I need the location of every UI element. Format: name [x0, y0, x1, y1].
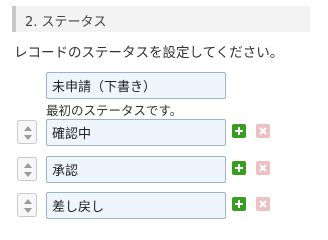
close-icon [259, 164, 267, 172]
initial-status-note: 最初のステータスです。 [46, 103, 183, 118]
remove-status-button[interactable] [256, 161, 270, 175]
add-status-button[interactable] [232, 197, 246, 211]
plus-icon [235, 127, 243, 135]
sort-handle-icon[interactable] [17, 157, 37, 181]
add-status-button[interactable] [232, 161, 246, 175]
close-icon [259, 200, 267, 208]
remove-status-button[interactable] [256, 197, 270, 211]
remove-status-button[interactable] [256, 124, 270, 138]
status-input-3[interactable] [46, 192, 226, 219]
initial-status-input[interactable] [46, 72, 226, 99]
close-icon [259, 127, 267, 135]
plus-icon [235, 200, 243, 208]
sort-handle-icon[interactable] [17, 193, 37, 217]
plus-icon [235, 164, 243, 172]
status-input-1[interactable] [46, 119, 226, 146]
section-header: 2. ステータス [12, 6, 310, 32]
description-text: レコードのステータスを設定してください。 [14, 45, 284, 61]
status-input-2[interactable] [46, 156, 226, 183]
add-status-button[interactable] [232, 124, 246, 138]
sort-handle-icon[interactable] [17, 120, 37, 144]
section-title: 2. ステータス [25, 15, 107, 30]
